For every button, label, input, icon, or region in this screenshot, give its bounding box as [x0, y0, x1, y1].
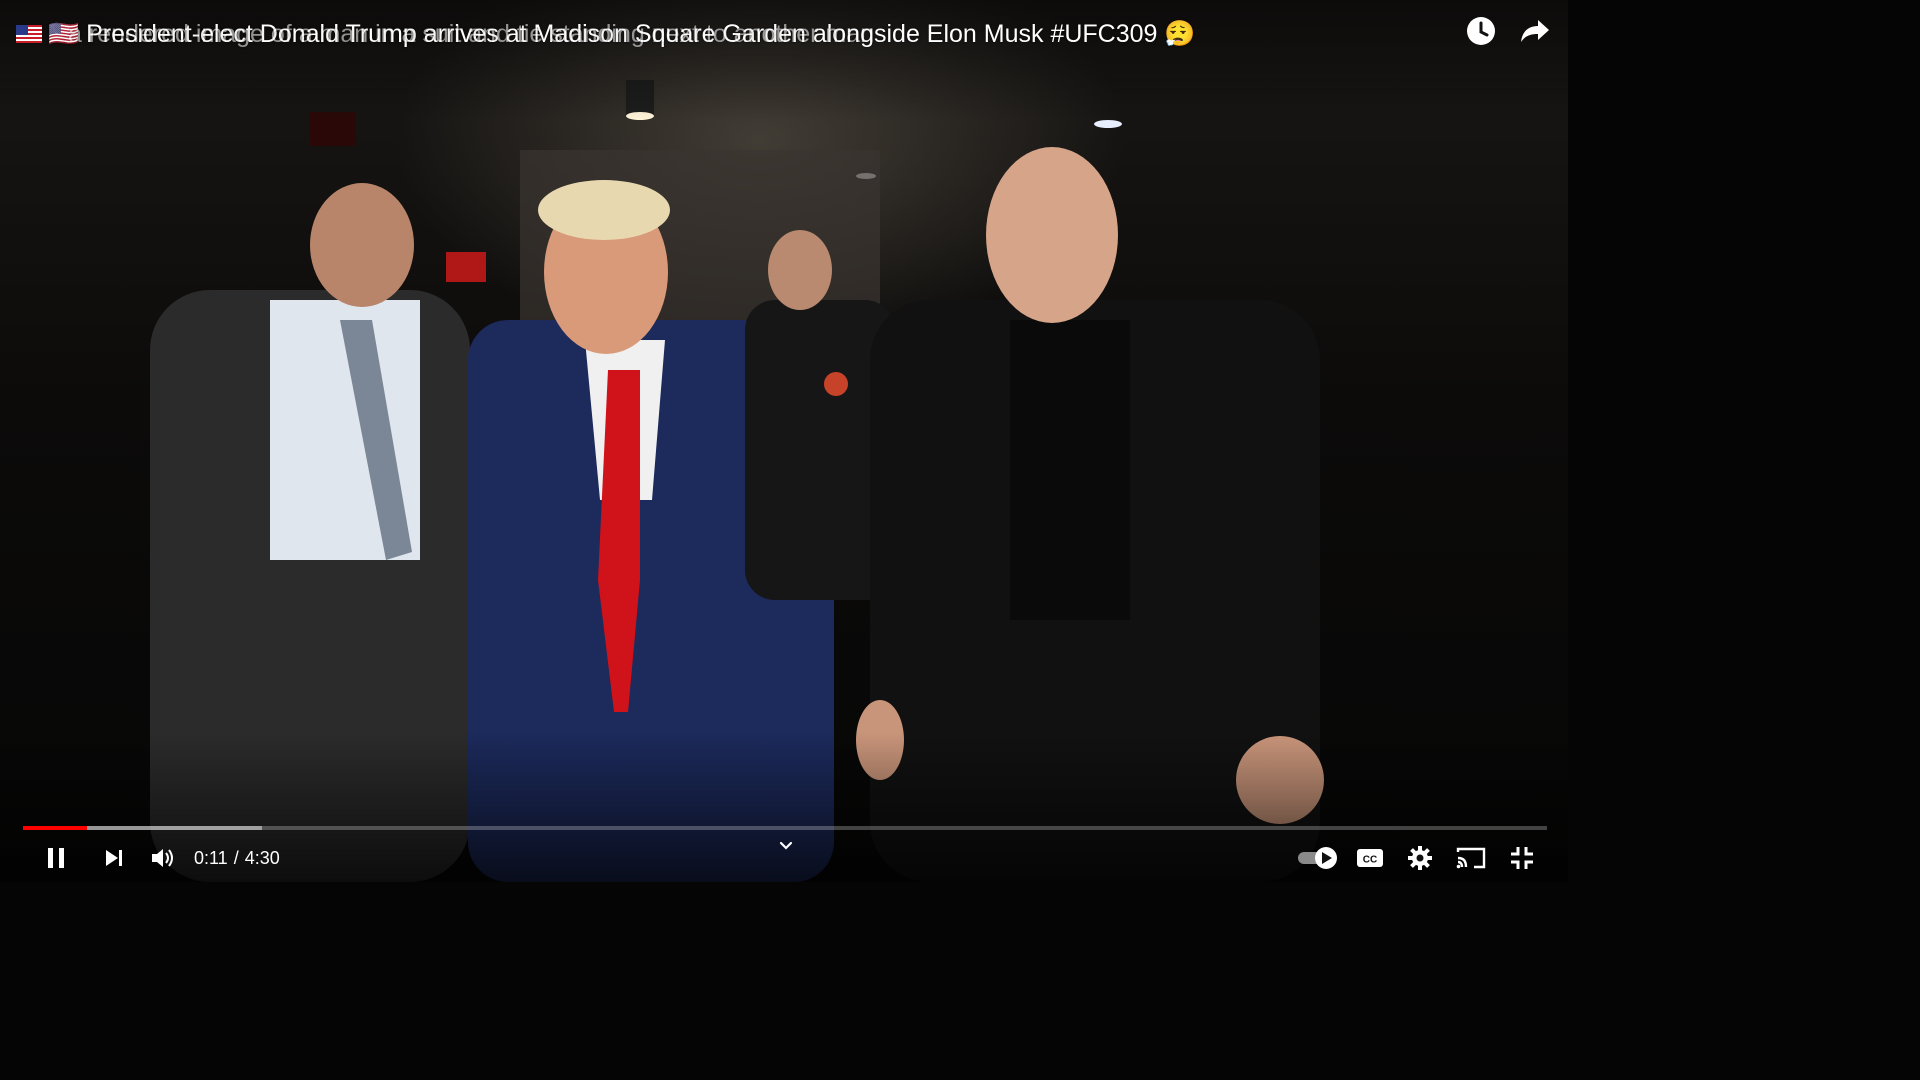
time-display: 0:11 / 4:30 — [194, 848, 280, 869]
captions-button[interactable]: CC — [1354, 842, 1386, 874]
clock-icon — [1467, 17, 1495, 45]
title-secondary: a rendered image of a man in a suit and … — [68, 20, 875, 48]
progress-bar[interactable] — [23, 826, 1547, 830]
settings-icon — [1408, 846, 1432, 870]
pause-icon — [48, 848, 64, 868]
expand-description-button[interactable] — [772, 840, 800, 862]
volume-button[interactable] — [148, 842, 178, 874]
watch-later-button[interactable] — [1464, 14, 1498, 48]
player-controls: 0:11 / 4:30 CC — [0, 834, 1568, 882]
duration: 4:30 — [244, 848, 280, 868]
pause-button[interactable] — [40, 842, 72, 874]
autoplay-toggle-icon — [1298, 847, 1337, 869]
captions-icon: CC — [1357, 849, 1383, 867]
settings-button[interactable] — [1404, 842, 1436, 874]
share-arrow-icon — [1521, 20, 1549, 42]
video-title[interactable]: 🇺🇸 President-elect Donald Trump arrives … — [16, 14, 1436, 54]
us-flag-icon — [16, 25, 42, 43]
exit-fullscreen-icon — [1511, 847, 1533, 869]
title-overlay: 🇺🇸 President-elect Donald Trump arrives … — [48, 14, 1436, 54]
next-icon — [106, 850, 122, 866]
cast-icon — [1456, 847, 1486, 869]
top-actions — [1464, 14, 1552, 48]
chevron-down-icon — [779, 841, 793, 850]
autoplay-toggle[interactable] — [1296, 842, 1340, 874]
exit-fullscreen-button[interactable] — [1506, 842, 1538, 874]
current-time: 0:11 — [194, 848, 228, 868]
captions-label: CC — [1363, 855, 1377, 866]
video-player[interactable]: 🇺🇸 President-elect Donald Trump arrives … — [0, 0, 1568, 882]
volume-icon — [152, 849, 173, 867]
share-button[interactable] — [1518, 14, 1552, 48]
cast-button[interactable] — [1454, 842, 1488, 874]
next-button[interactable] — [100, 842, 128, 874]
time-separator: / — [233, 848, 239, 868]
played-range — [23, 826, 87, 830]
